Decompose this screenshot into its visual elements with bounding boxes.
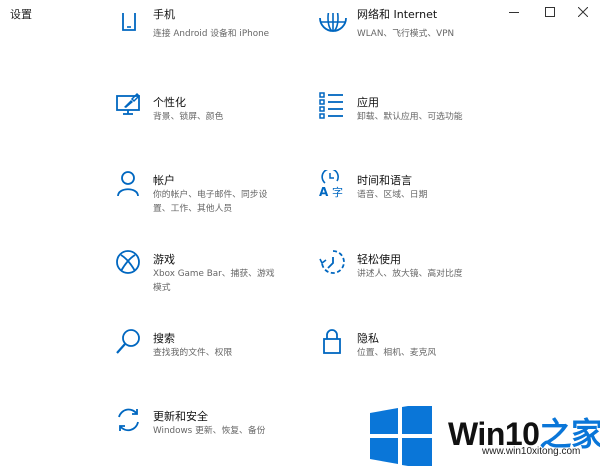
xbox-icon bbox=[115, 249, 143, 277]
windows-logo-icon bbox=[370, 402, 432, 470]
settings-network[interactable]: 网络和 Internet WLAN、飞行模式、VPN bbox=[319, 8, 494, 73]
minimize-button[interactable] bbox=[497, 0, 531, 24]
gaming-title: 游戏 bbox=[153, 253, 175, 266]
person-icon bbox=[115, 170, 143, 198]
accounts-title: 帐户 bbox=[153, 174, 175, 187]
phone-desc: 连接 Android 设备和 iPhone bbox=[153, 29, 270, 39]
win10-watermark: Win10之家 www.win10xitong.com bbox=[368, 402, 600, 470]
paint-brush-icon bbox=[115, 92, 143, 120]
time-language-icon: A字 bbox=[319, 170, 347, 198]
ease-of-access-icon bbox=[319, 249, 347, 277]
window-title: 设置 bbox=[10, 8, 32, 21]
maximize-icon bbox=[545, 7, 555, 17]
network-desc: WLAN、飞行模式、VPN bbox=[357, 29, 455, 39]
phone-title: 手机 bbox=[153, 8, 175, 21]
personalization-desc: 背景、锁屏、颜色 bbox=[153, 112, 224, 122]
time-language-desc: 语音、区域、日期 bbox=[357, 190, 428, 200]
watermark-url: www.win10xitong.com bbox=[482, 446, 581, 457]
network-title: 网络和 Internet bbox=[357, 8, 438, 21]
maximize-button[interactable] bbox=[533, 0, 567, 24]
search-title: 搜索 bbox=[153, 332, 175, 345]
settings-search[interactable]: 搜索 查找我的文件、权限 bbox=[115, 328, 290, 388]
settings-privacy[interactable]: 隐私 位置、相机、麦克风 bbox=[319, 328, 494, 388]
personalization-title: 个性化 bbox=[153, 96, 186, 109]
apps-title: 应用 bbox=[357, 96, 379, 109]
phone-icon bbox=[115, 13, 143, 41]
update-security-title: 更新和安全 bbox=[153, 410, 208, 423]
settings-phone[interactable]: 手机 连接 Android 设备和 iPhone bbox=[115, 8, 290, 73]
apps-desc: 卸载、默认应用、可选功能 bbox=[357, 112, 463, 122]
svg-text:字: 字 bbox=[332, 185, 343, 198]
gaming-desc: Xbox Game Bar、捕获、游戏模式 bbox=[153, 269, 275, 293]
search-desc: 查找我的文件、权限 bbox=[153, 348, 233, 358]
close-button[interactable] bbox=[566, 0, 600, 24]
settings-time-language[interactable]: A字 时间和语言 语音、区域、日期 bbox=[319, 170, 494, 230]
ease-of-access-desc: 讲述人、放大镜、高对比度 bbox=[357, 269, 463, 279]
settings-ease-of-access[interactable]: 轻松使用 讲述人、放大镜、高对比度 bbox=[319, 249, 494, 309]
settings-update-security[interactable]: 更新和安全 Windows 更新、恢复、备份 bbox=[115, 406, 290, 466]
lock-icon bbox=[319, 328, 347, 356]
settings-accounts[interactable]: 帐户 你的帐户、电子邮件、同步设置、工作、其他人员 bbox=[115, 170, 290, 230]
ease-of-access-title: 轻松使用 bbox=[357, 253, 401, 266]
sync-icon bbox=[115, 406, 143, 434]
title-bar: 设置 bbox=[0, 0, 600, 24]
close-icon bbox=[578, 7, 588, 17]
settings-gaming[interactable]: 游戏 Xbox Game Bar、捕获、游戏模式 bbox=[115, 249, 290, 309]
privacy-title: 隐私 bbox=[357, 332, 379, 345]
svg-text:A: A bbox=[319, 185, 329, 198]
time-language-title: 时间和语言 bbox=[357, 174, 412, 187]
privacy-desc: 位置、相机、麦克风 bbox=[357, 348, 437, 358]
globe-icon bbox=[319, 13, 347, 41]
update-security-desc: Windows 更新、恢复、备份 bbox=[153, 426, 266, 436]
apps-list-icon bbox=[319, 92, 347, 120]
accounts-desc: 你的帐户、电子邮件、同步设置、工作、其他人员 bbox=[153, 190, 268, 214]
minimize-icon bbox=[509, 12, 519, 13]
settings-personalization[interactable]: 个性化 背景、锁屏、颜色 bbox=[115, 92, 290, 152]
search-icon bbox=[115, 328, 143, 356]
settings-apps[interactable]: 应用 卸载、默认应用、可选功能 bbox=[319, 92, 494, 152]
